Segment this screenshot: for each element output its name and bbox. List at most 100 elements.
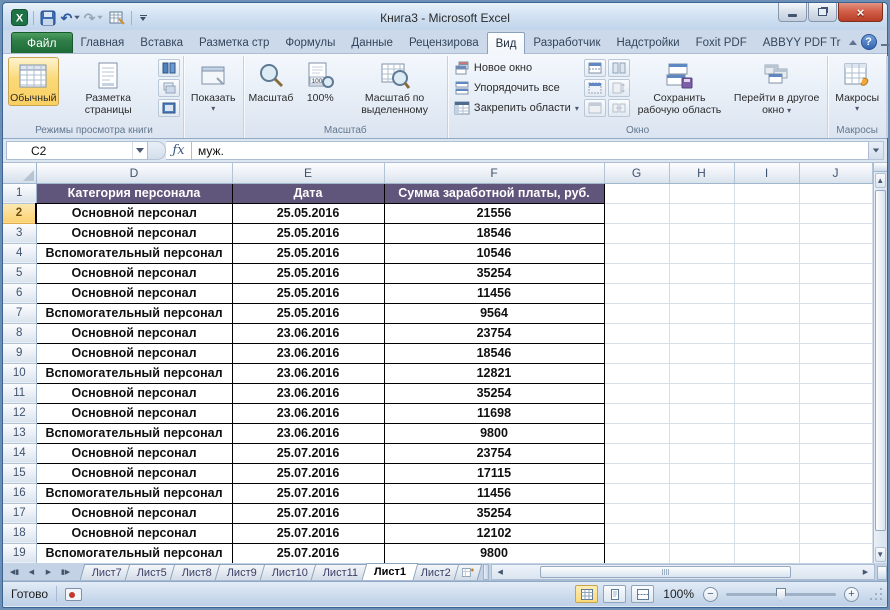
synchronous-scrolling-button[interactable] xyxy=(608,79,630,97)
cell[interactable] xyxy=(604,303,669,323)
redo-button[interactable]: ↷ xyxy=(84,9,104,27)
cell[interactable] xyxy=(669,283,734,303)
cell-E2[interactable]: 25.05.2016 xyxy=(232,203,384,223)
cell[interactable] xyxy=(734,263,799,283)
cell[interactable] xyxy=(799,223,872,243)
cell-F4[interactable]: 10546 xyxy=(384,243,604,263)
normal-view-button[interactable]: Обычный xyxy=(8,57,59,106)
zoom-to-selection-button[interactable]: Масштаб по выделенному xyxy=(345,57,444,117)
cell[interactable] xyxy=(669,223,734,243)
cell-F15[interactable]: 17115 xyxy=(384,463,604,483)
ribbon-tab-review[interactable]: Рецензирова xyxy=(401,33,487,53)
column-header-H[interactable]: H xyxy=(669,163,734,183)
cell[interactable] xyxy=(669,503,734,523)
cell-F9[interactable]: 18546 xyxy=(384,343,604,363)
formula-bar-expand-button[interactable] xyxy=(869,141,884,160)
split-button[interactable] xyxy=(584,59,606,77)
row-header-14[interactable]: 14 xyxy=(3,443,36,463)
cell[interactable] xyxy=(669,463,734,483)
cell[interactable] xyxy=(669,523,734,543)
cell[interactable] xyxy=(669,323,734,343)
cell[interactable] xyxy=(799,283,872,303)
cell[interactable] xyxy=(799,303,872,323)
cell-E12[interactable]: 23.06.2016 xyxy=(232,403,384,423)
collapse-ribbon-button[interactable] xyxy=(849,40,857,45)
row-header-4[interactable]: 4 xyxy=(3,243,36,263)
cell-E14[interactable]: 25.07.2016 xyxy=(232,443,384,463)
cell[interactable] xyxy=(604,283,669,303)
qat-customize-dropdown[interactable] xyxy=(136,9,150,27)
ribbon-tab-foxit[interactable]: Foxit PDF xyxy=(688,33,755,53)
cell[interactable] xyxy=(669,263,734,283)
cell-E16[interactable]: 25.07.2016 xyxy=(232,483,384,503)
cell[interactable] xyxy=(799,363,872,383)
cell[interactable] xyxy=(669,363,734,383)
cell-E9[interactable]: 23.06.2016 xyxy=(232,343,384,363)
cell-F13[interactable]: 9800 xyxy=(384,423,604,443)
column-header-I[interactable]: I xyxy=(734,163,799,183)
cell[interactable] xyxy=(799,203,872,223)
cell-F18[interactable]: 12102 xyxy=(384,523,604,543)
row-header-6[interactable]: 6 xyxy=(3,283,36,303)
cell-F10[interactable]: 12821 xyxy=(384,363,604,383)
cell[interactable] xyxy=(734,423,799,443)
cell[interactable] xyxy=(799,343,872,363)
custom-views-button[interactable] xyxy=(158,79,180,97)
select-all-button[interactable] xyxy=(3,163,36,183)
cell[interactable] xyxy=(669,183,734,203)
previous-sheet-button[interactable]: ◀ xyxy=(23,564,40,579)
workbook-minimize-button[interactable] xyxy=(881,44,889,46)
cell-E6[interactable]: 25.05.2016 xyxy=(232,283,384,303)
tab-split-box[interactable] xyxy=(877,566,887,580)
cell[interactable] xyxy=(669,303,734,323)
cell[interactable] xyxy=(799,483,872,503)
cell[interactable] xyxy=(734,243,799,263)
new-window-button[interactable]: Новое окно xyxy=(451,59,582,77)
cell[interactable] xyxy=(604,203,669,223)
row-header-2[interactable]: 2 xyxy=(3,203,36,223)
ribbon-tab-abbyy[interactable]: ABBYY PDF Tr xyxy=(755,33,849,53)
row-header-1[interactable]: 1 xyxy=(3,183,36,203)
ribbon-tab-formulas[interactable]: Формулы xyxy=(277,33,343,53)
hide-window-button[interactable] xyxy=(584,79,606,97)
cell[interactable] xyxy=(669,243,734,263)
ribbon-tab-insert[interactable]: Вставка xyxy=(132,33,191,53)
cell-F19[interactable]: 9800 xyxy=(384,543,604,563)
horizontal-scrollbar[interactable]: ◀ ▶ xyxy=(491,564,875,580)
view-side-by-side-button[interactable] xyxy=(608,59,630,77)
cell[interactable] xyxy=(799,543,872,563)
cell-E18[interactable]: 25.07.2016 xyxy=(232,523,384,543)
close-button[interactable]: × xyxy=(838,3,883,22)
cell-F3[interactable]: 18546 xyxy=(384,223,604,243)
column-header-F[interactable]: F xyxy=(384,163,604,183)
cell[interactable] xyxy=(799,243,872,263)
name-box-dropdown[interactable] xyxy=(132,142,147,159)
cell-D19[interactable]: Вспомогательный персонал xyxy=(36,543,232,563)
cell[interactable] xyxy=(734,463,799,483)
cell[interactable] xyxy=(799,383,872,403)
cell[interactable] xyxy=(734,343,799,363)
cell[interactable] xyxy=(669,403,734,423)
cell[interactable] xyxy=(799,263,872,283)
cell-F11[interactable]: 35254 xyxy=(384,383,604,403)
status-normal-view-button[interactable] xyxy=(575,585,598,603)
row-header-18[interactable]: 18 xyxy=(3,523,36,543)
row-header-13[interactable]: 13 xyxy=(3,423,36,443)
cell[interactable] xyxy=(604,543,669,563)
row-header-16[interactable]: 16 xyxy=(3,483,36,503)
cell-E11[interactable]: 23.06.2016 xyxy=(232,383,384,403)
status-page-layout-button[interactable] xyxy=(603,585,626,603)
first-sheet-button[interactable]: ◀▮ xyxy=(6,564,23,579)
save-button[interactable] xyxy=(38,9,58,27)
cell-F16[interactable]: 11456 xyxy=(384,483,604,503)
formula-bar-divider[interactable] xyxy=(148,141,166,160)
cell-F5[interactable]: 35254 xyxy=(384,263,604,283)
cell[interactable] xyxy=(799,423,872,443)
cell-E1[interactable]: Дата xyxy=(232,183,384,203)
row-header-8[interactable]: 8 xyxy=(3,323,36,343)
cell[interactable] xyxy=(604,523,669,543)
cell[interactable] xyxy=(799,523,872,543)
cell-E4[interactable]: 25.05.2016 xyxy=(232,243,384,263)
cell[interactable] xyxy=(734,503,799,523)
cell[interactable] xyxy=(734,323,799,343)
